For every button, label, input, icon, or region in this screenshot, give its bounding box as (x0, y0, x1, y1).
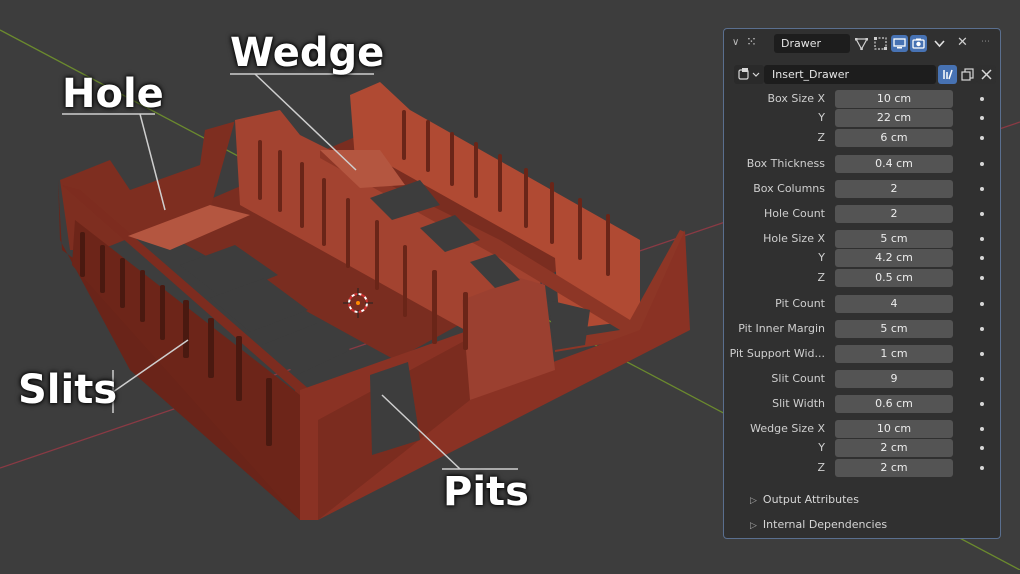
keyframe-dot-icon[interactable] (980, 327, 984, 331)
prop-value-field[interactable]: 2 cm (835, 459, 953, 477)
geometry-nodes-modifier-panel: ∨ ⁙ Drawer ✕ ⋯ Insert_Drawer Box Size X … (723, 28, 1001, 539)
prop-box-columns: Box Columns 2 (724, 179, 1000, 199)
prop-pit-count: Pit Count 4 (724, 294, 1000, 314)
wedge-callout: Wedge (230, 30, 385, 76)
prop-label: Pit Support Wid... (729, 347, 825, 360)
keyframe-dot-icon[interactable] (980, 302, 984, 306)
modifier-header: ∨ ⁙ Drawer ✕ ⋯ (724, 29, 1000, 59)
prop-box-size-y: Y 22 cm (724, 108, 1000, 128)
prop-wedge-size-x: Wedge Size X 10 cm (724, 419, 1000, 439)
prop-label: Hole Count (764, 207, 825, 220)
prop-label: Box Thickness (746, 157, 825, 170)
keyframe-dot-icon[interactable] (980, 116, 984, 120)
prop-value-field[interactable]: 9 (835, 370, 953, 388)
prop-label: Wedge Size X (750, 422, 825, 435)
prop-pit-inner-margin: Pit Inner Margin 5 cm (724, 319, 1000, 339)
prop-label: Y (818, 441, 825, 454)
prop-value-field[interactable]: 4 (835, 295, 953, 313)
prop-label: Box Size X (767, 92, 825, 105)
prop-value-field[interactable]: 5 cm (835, 230, 953, 248)
keyframe-dot-icon[interactable] (980, 466, 984, 470)
prop-wedge-size-z: Z 2 cm (724, 458, 1000, 478)
prop-value-field[interactable]: 6 cm (835, 129, 953, 147)
keyframe-dot-icon[interactable] (980, 256, 984, 260)
prop-label: Y (818, 251, 825, 264)
node-tree-type-dropdown[interactable] (734, 65, 764, 84)
prop-wedge-size-y: Y 2 cm (724, 438, 1000, 458)
prop-value-field[interactable]: 0.4 cm (835, 155, 953, 173)
prop-label: Slit Count (771, 372, 825, 385)
prop-hole-size-x: Hole Size X 5 cm (724, 229, 1000, 249)
keyframe-dot-icon[interactable] (980, 377, 984, 381)
keyframe-dot-icon[interactable] (980, 352, 984, 356)
geometry-nodes-icon: ⁙ (746, 35, 757, 50)
prop-value-field[interactable]: 2 (835, 205, 953, 223)
prop-label: Box Columns (753, 182, 825, 195)
keyframe-dot-icon[interactable] (980, 276, 984, 280)
drag-handle-icon[interactable]: ⋯ (981, 37, 991, 47)
drawer-model (58, 82, 690, 520)
viewport-display-toggle-icon[interactable] (891, 35, 908, 52)
prop-label: Z (817, 131, 825, 144)
expand-arrow-icon: ▷ (750, 496, 757, 506)
prop-value-field[interactable]: 5 cm (835, 320, 953, 338)
on-cage-toggle-icon[interactable] (872, 35, 889, 52)
modifier-name-field[interactable]: Drawer (774, 34, 850, 53)
prop-label: Z (817, 271, 825, 284)
output-attributes-subpanel[interactable]: ▷ Output Attributes (750, 493, 859, 508)
keyframe-dot-icon[interactable] (980, 237, 984, 241)
keyframe-dot-icon[interactable] (980, 402, 984, 406)
remove-modifier-close-icon[interactable]: ✕ (957, 36, 968, 49)
prop-value-field[interactable]: 10 cm (835, 420, 953, 438)
prop-value-field[interactable]: 2 (835, 180, 953, 198)
fake-user-icon[interactable] (938, 65, 957, 84)
prop-hole-size-z: Z 0.5 cm (724, 268, 1000, 288)
node-group-name-field[interactable]: Insert_Drawer (764, 65, 936, 84)
prop-hole-size-y: Y 4.2 cm (724, 248, 1000, 268)
prop-label: Pit Count (775, 297, 825, 310)
keyframe-dot-icon[interactable] (980, 136, 984, 140)
prop-slit-count: Slit Count 9 (724, 369, 1000, 389)
internal-dependencies-subpanel[interactable]: ▷ Internal Dependencies (750, 518, 887, 533)
pits-callout: Pits (443, 469, 529, 515)
subpanel-label: Internal Dependencies (762, 518, 888, 531)
prop-value-field[interactable]: 4.2 cm (835, 249, 953, 267)
prop-box-size-x: Box Size X 10 cm (724, 89, 1000, 109)
prop-label: Z (817, 461, 825, 474)
prop-value-field[interactable]: 22 cm (835, 109, 953, 127)
collapse-chevron-icon[interactable]: ∨ (732, 37, 739, 48)
prop-slit-width: Slit Width 0.6 cm (724, 394, 1000, 414)
dropdown-chevron-icon[interactable] (931, 35, 948, 52)
prop-label: Hole Size X (763, 232, 825, 245)
slits-callout: Slits (18, 367, 118, 413)
node-tree-icon (738, 68, 760, 80)
keyframe-dot-icon[interactable] (980, 427, 984, 431)
keyframe-dot-icon[interactable] (980, 162, 984, 166)
subpanel-label: Output Attributes (762, 493, 859, 506)
render-toggle-icon[interactable] (910, 35, 927, 52)
prop-value-field[interactable]: 2 cm (835, 439, 953, 457)
prop-pit-support-width: Pit Support Wid... 1 cm (724, 344, 1000, 364)
keyframe-dot-icon[interactable] (980, 446, 984, 450)
keyframe-dot-icon[interactable] (980, 212, 984, 216)
keyframe-dot-icon[interactable] (980, 97, 984, 101)
prop-label: Pit Inner Margin (738, 322, 825, 335)
prop-value-field[interactable]: 10 cm (835, 90, 953, 108)
keyframe-dot-icon[interactable] (980, 187, 984, 191)
edit-mode-toggle-icon[interactable] (853, 35, 870, 52)
node-group-selector: Insert_Drawer (734, 65, 996, 85)
unlink-node-group-icon[interactable] (977, 65, 996, 84)
prop-label: Y (818, 111, 825, 124)
prop-label: Slit Width (772, 397, 825, 410)
prop-value-field[interactable]: 0.5 cm (835, 269, 953, 287)
hole-callout: Hole (62, 71, 164, 117)
prop-hole-count: Hole Count 2 (724, 204, 1000, 224)
prop-box-size-z: Z 6 cm (724, 128, 1000, 148)
expand-arrow-icon: ▷ (750, 521, 757, 531)
duplicate-node-group-icon[interactable] (958, 65, 977, 84)
prop-value-field[interactable]: 1 cm (835, 345, 953, 363)
prop-value-field[interactable]: 0.6 cm (835, 395, 953, 413)
prop-box-thickness: Box Thickness 0.4 cm (724, 154, 1000, 174)
